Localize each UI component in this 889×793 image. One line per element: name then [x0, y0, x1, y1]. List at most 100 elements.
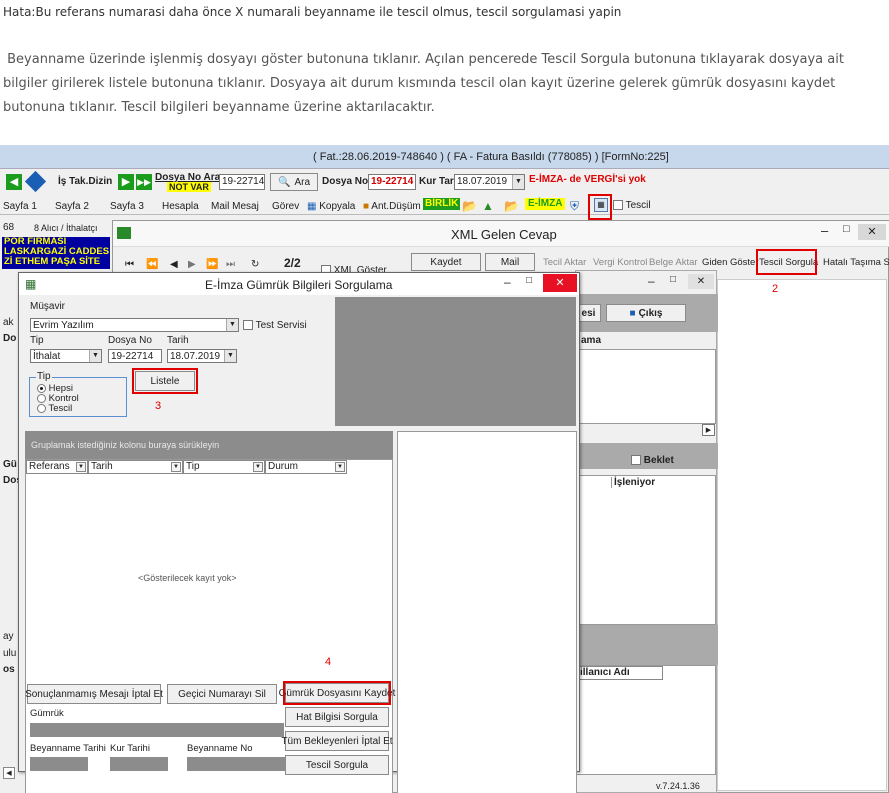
left-scroll-indicator[interactable]: ◀ — [3, 767, 15, 779]
minimize-icon-2[interactable]: – — [648, 274, 655, 288]
cikis-button[interactable]: ■ Çıkış — [606, 304, 686, 322]
dialog-minimize-icon[interactable]: – — [504, 275, 511, 289]
background-window: – □ ✕ esi ■ Çıkış ama ▶ Beklet İşleniyor … — [575, 270, 718, 793]
left-label-7: os — [3, 664, 15, 675]
dosya-no-input[interactable]: 19-22714 — [108, 349, 162, 363]
alici-label: 8 Alıcı / İthalatçı — [34, 223, 98, 233]
instruction-line-2: bilgiler girilerek listele butonuna tıkl… — [3, 76, 836, 91]
kur-tarihi-label: Kur Tarihi — [110, 743, 150, 754]
kur-tarihi-field — [110, 757, 168, 771]
nav-prev-page-icon[interactable]: ⏪ — [146, 259, 158, 270]
folder-up-icon[interactable]: 📂 — [504, 199, 519, 213]
group-by-hint: Gruplamak istediğiniz kolonu buraya sürü… — [31, 440, 220, 450]
back-arrow-icon[interactable]: ◀ — [6, 174, 22, 190]
dialog-maximize-icon[interactable]: □ — [526, 275, 532, 286]
mail-button[interactable]: Mail — [485, 253, 535, 271]
menu-sayfa-3[interactable]: Sayfa 3 — [110, 201, 144, 212]
left-label-3: Gü — [3, 459, 17, 470]
tab-giden-goster[interactable]: Giden Göster — [702, 257, 759, 268]
tab-tecil-aktar[interactable]: Tecil Aktar — [543, 257, 586, 268]
left-label-2: Do — [3, 333, 17, 344]
upload-icon[interactable]: ▲ — [482, 199, 494, 213]
radio-tescil[interactable]: Tescil — [37, 404, 72, 414]
close-icon[interactable]: ✕ — [858, 224, 886, 240]
beyanname-no-field — [187, 757, 285, 771]
annotation-box-3 — [132, 368, 198, 394]
column-tarih[interactable]: Tarih ▼ — [88, 460, 183, 474]
tab-belge-aktar[interactable]: Belge Aktar — [649, 257, 698, 268]
column-tip[interactable]: Tip ▼ — [183, 460, 265, 474]
tescil-sorgula-button[interactable]: Tescil Sorgula — [285, 755, 389, 775]
folder-icon[interactable]: 📂 — [462, 199, 477, 213]
hat-bilgisi-sorgula-button[interactable]: Hat Bilgisi Sorgula — [285, 707, 389, 727]
sonuclanmamis-iptal-button[interactable]: Sonuçlanmamış Mesajı İptal Et — [25, 684, 163, 704]
menu-gorev[interactable]: Görev — [272, 201, 299, 212]
menu-birlik[interactable]: BİRLİK — [423, 198, 461, 210]
info-panel — [335, 297, 576, 426]
musavir-label: Müşavir — [30, 301, 66, 312]
empty-grid-message: <Gösterilecek kayıt yok> — [138, 573, 237, 583]
beklet-checkbox[interactable]: Beklet — [631, 455, 674, 466]
menu-sayfa-2[interactable]: Sayfa 2 — [55, 201, 89, 212]
tab-hatali-tasima[interactable]: Hatalı Taşıma S — [823, 257, 889, 268]
nav-prev-icon[interactable]: ◀ — [170, 259, 178, 270]
is-tak-dizin-link[interactable]: İş Tak.Dizin — [58, 176, 112, 187]
search-icon: 🔍 — [277, 176, 291, 188]
maximize-icon[interactable]: □ — [843, 223, 850, 235]
tescil-checkbox[interactable]: Tescil — [613, 200, 651, 211]
column-referans[interactable]: Referans ▼ — [26, 460, 88, 474]
beyanname-no-label: Beyanname No — [187, 743, 253, 754]
ara-button[interactable]: 🔍 Ara — [270, 173, 318, 191]
tarih-label: Tarih — [167, 335, 189, 346]
tum-bekleyenleri-iptal-button[interactable]: Tüm Bekleyenleri İptal Et — [281, 731, 393, 751]
eimza-warning: E-İMZA- de VERGİ'si yok — [529, 174, 646, 185]
detail-panel — [397, 431, 577, 793]
annotation-box-4 — [283, 681, 391, 705]
menu-sayfa-1[interactable]: Sayfa 1 — [3, 201, 37, 212]
tab-vergi-kontrol[interactable]: Vergi Kontrol — [593, 257, 647, 268]
gecici-numara-sil-button[interactable]: Geçici Numarayı Sil — [167, 684, 277, 704]
chevron-down-icon: ▼ — [253, 462, 263, 472]
next-arrow-icon[interactable]: ▶ — [118, 174, 134, 190]
column-durum[interactable]: Durum ▼ — [265, 460, 347, 474]
refresh-icon[interactable]: ↻ — [251, 259, 259, 270]
error-message: Hata:Bu referans numarasi daha önce X nu… — [3, 5, 622, 19]
annotation-number-2: 2 — [772, 283, 779, 295]
app-title-bar: ( Fat.:28.06.2019-748640 ) ( FA - Fatura… — [0, 145, 889, 169]
menu-kopyala[interactable]: ▦ Kopyala — [307, 201, 355, 212]
tarih-select[interactable]: 18.07.2019 ▼ — [167, 349, 237, 363]
dosya-no-field[interactable]: 19-22714 — [368, 174, 416, 190]
shield-icon[interactable]: ⛨ — [570, 199, 579, 214]
last-arrow-icon[interactable]: ▶▶ — [136, 174, 152, 190]
nav-last-icon[interactable]: ⏭ — [226, 259, 235, 270]
menu-ant-dusum[interactable]: ■ Ant.Düşüm — [363, 201, 421, 212]
dosya-search-input[interactable]: 19-22714 — [219, 174, 265, 190]
test-servisi-checkbox[interactable]: Test Servisi — [243, 320, 307, 331]
dialog-close-icon[interactable]: ✕ — [543, 274, 577, 292]
menu-eimza[interactable]: E-İMZA — [525, 198, 566, 210]
nav-next-page-icon[interactable]: ⏩ — [206, 259, 218, 270]
nav-next-icon[interactable]: ▶ — [188, 259, 196, 270]
scroll-right-icon[interactable]: ▶ — [702, 424, 715, 436]
menu-hesapla[interactable]: Hesapla — [162, 201, 199, 212]
info-icon[interactable] — [24, 170, 47, 193]
menu-mail-mesaj[interactable]: Mail Mesaj — [211, 201, 259, 212]
kaydet-button[interactable]: Kaydet — [411, 253, 481, 271]
page-indicator: 2/2 — [284, 256, 301, 270]
chevron-down-icon: ▼ — [512, 175, 524, 189]
annotation-box-1 — [588, 194, 612, 220]
row-number: 68 — [3, 222, 15, 233]
close-icon-2[interactable]: ✕ — [688, 274, 714, 289]
upper-grid — [576, 349, 716, 424]
dialog-title: E-İmza Gümrük Bilgileri Sorgulama — [205, 278, 393, 292]
nav-first-icon[interactable]: ⏮ — [125, 259, 134, 270]
musavir-select[interactable]: Evrim Yazılım ▼ — [30, 318, 239, 332]
kur-tar-select[interactable]: 18.07.2019 ▼ — [454, 174, 525, 190]
minimize-icon[interactable]: – — [821, 223, 828, 238]
maximize-icon-2[interactable]: □ — [670, 274, 676, 285]
ama-header: ama — [581, 335, 602, 346]
version-label: v.7.24.1.36 — [656, 781, 700, 791]
left-label-1: ak — [3, 317, 14, 328]
app-title: ( Fat.:28.06.2019-748640 ) ( FA - Fatura… — [313, 151, 669, 163]
tip-select[interactable]: İthalat ▼ — [30, 349, 102, 363]
